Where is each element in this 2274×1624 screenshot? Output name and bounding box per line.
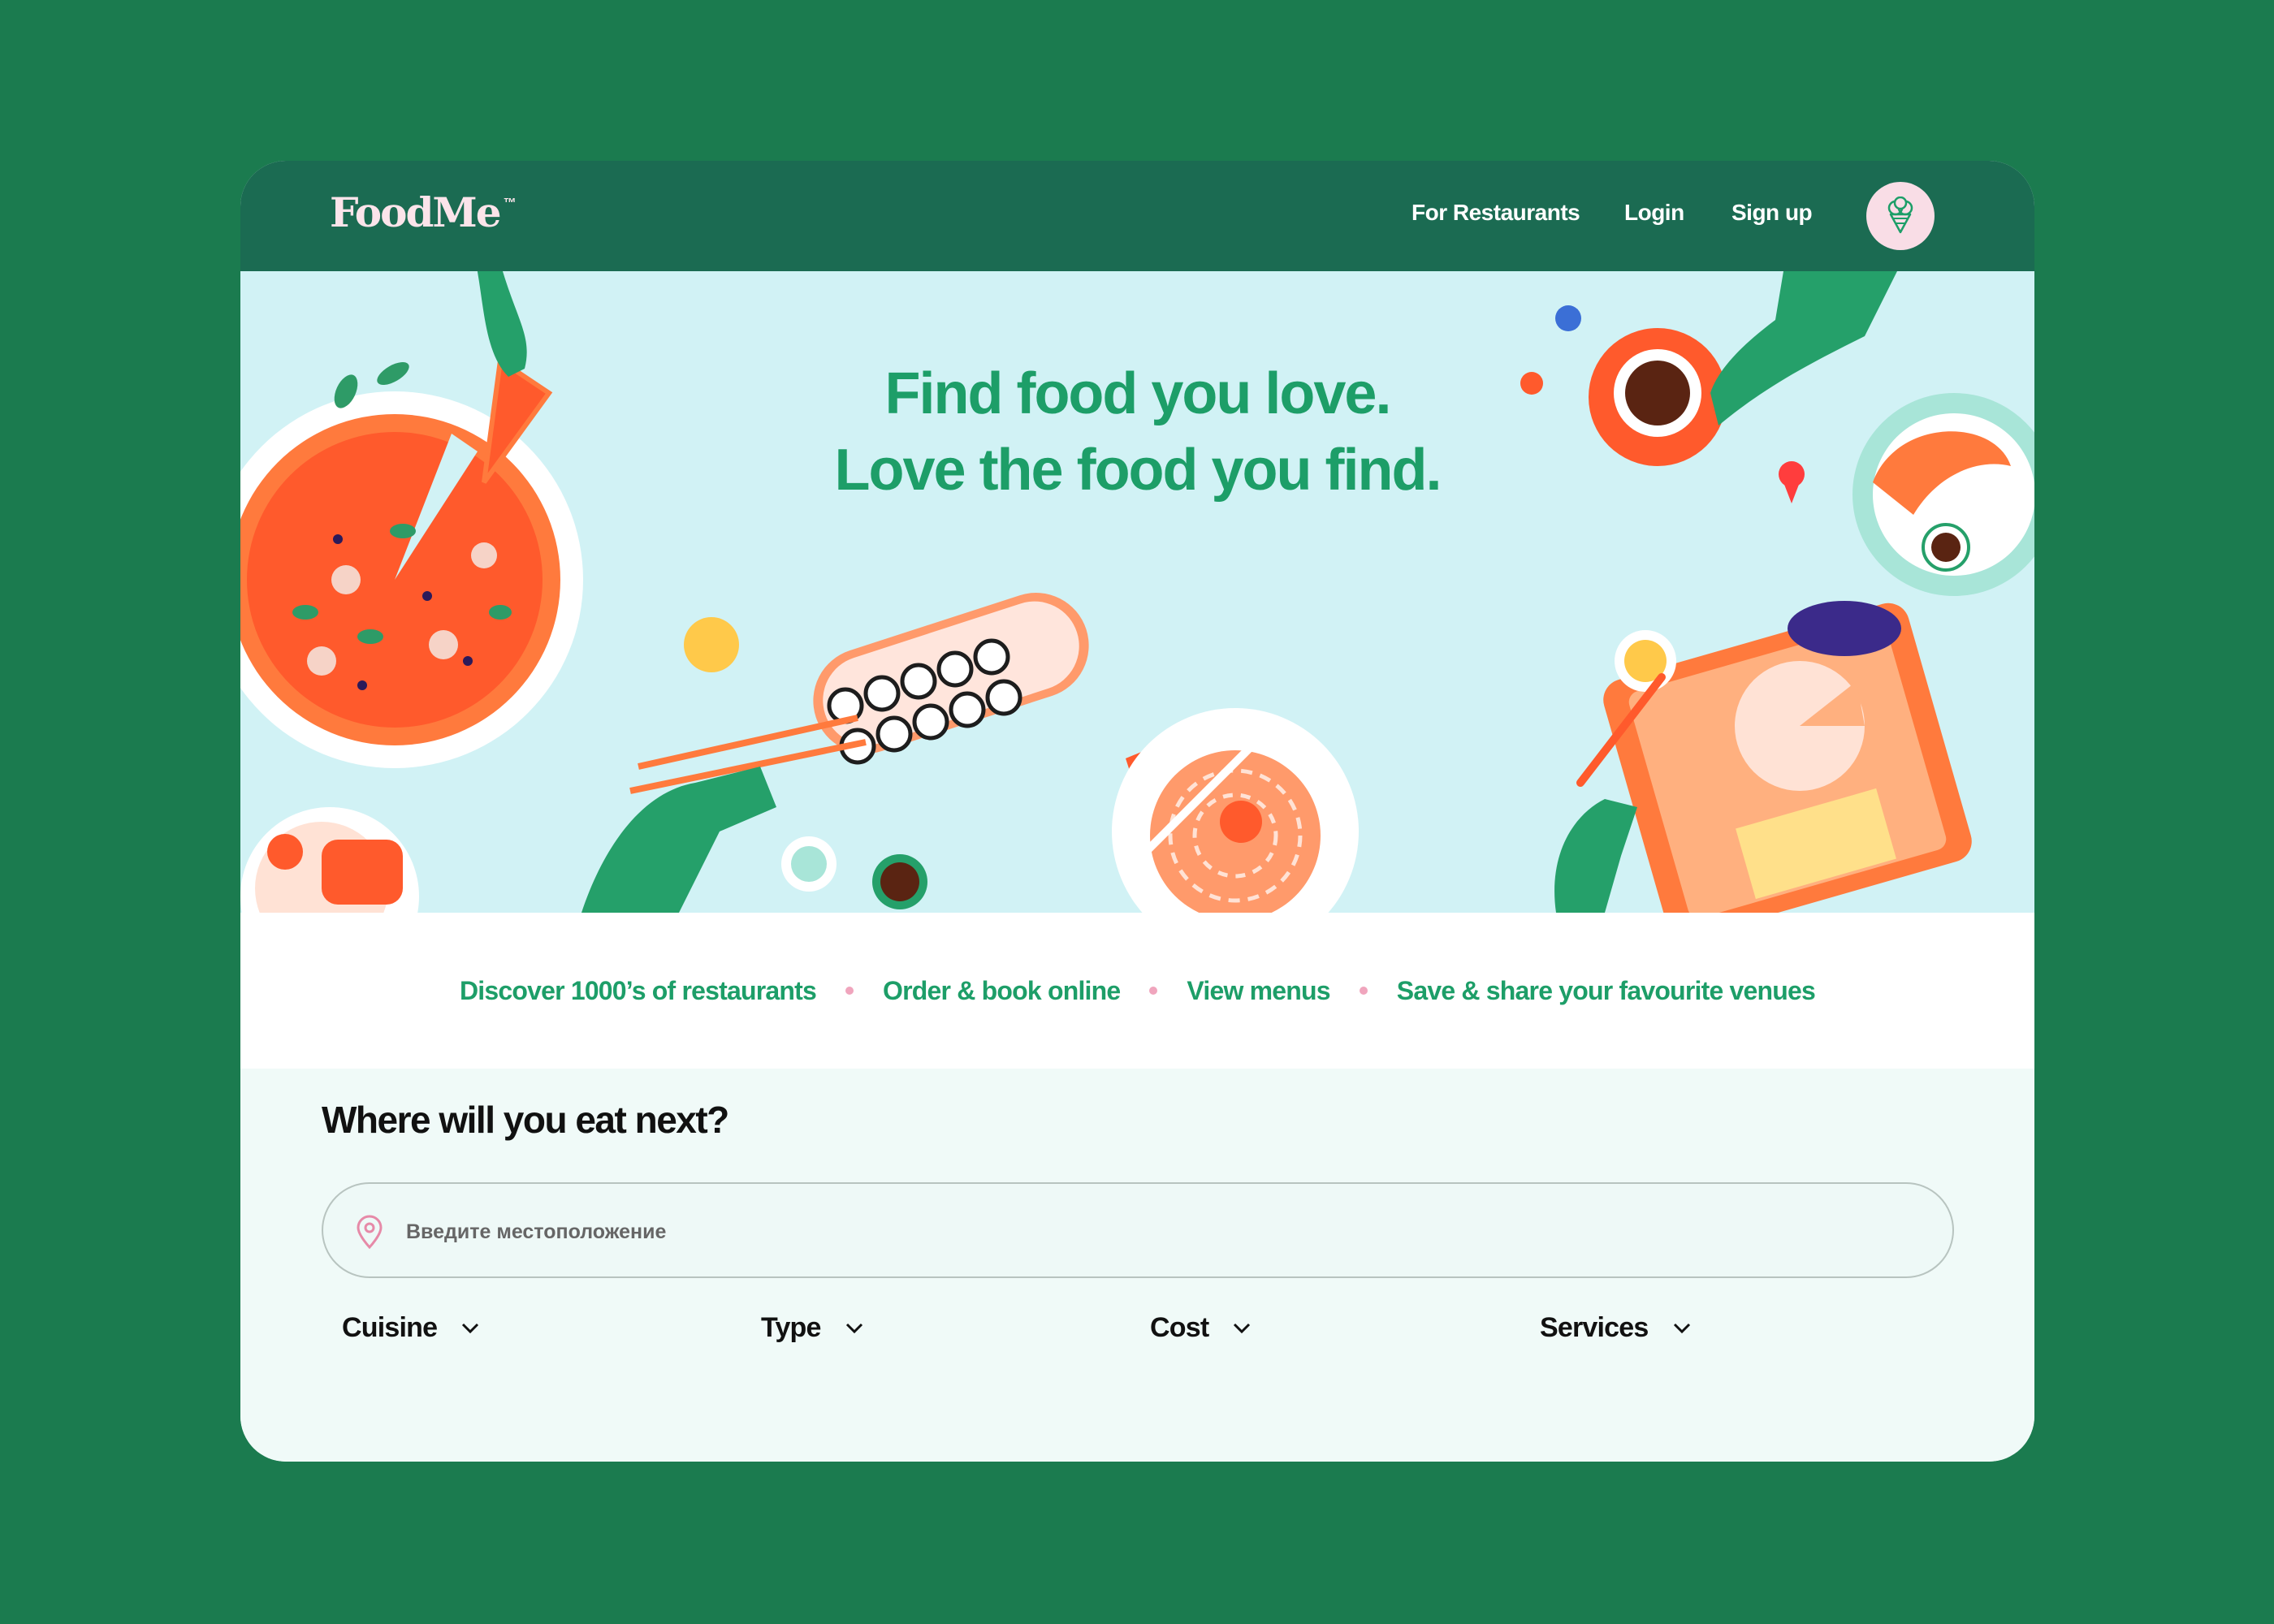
cheese-board-illustration xyxy=(1554,601,1972,913)
hero-headline-line2: Love the food you find. xyxy=(834,438,1442,503)
top-navigation-bar: FoodMe ™ For Restaurants Login Sign up xyxy=(240,161,2034,271)
chevron-down-icon xyxy=(462,1323,479,1333)
search-section: Where will you eat next? Cuisine Type Co… xyxy=(240,1069,2034,1462)
separator-dot xyxy=(1359,987,1368,995)
separator-dot xyxy=(1149,987,1158,995)
avatar[interactable] xyxy=(1866,182,1935,250)
hero-banner: Find food you love. Love the food you fi… xyxy=(240,271,2034,913)
filter-type-dropdown[interactable]: Type xyxy=(761,1312,863,1344)
features-strip: Discover 1000’s of restaurants Order & b… xyxy=(240,913,2034,1069)
nav-for-restaurants-link[interactable]: For Restaurants xyxy=(1412,200,1580,226)
sushi-illustration xyxy=(581,593,1089,913)
filter-services-dropdown[interactable]: Services xyxy=(1540,1312,1691,1344)
filter-cuisine-label: Cuisine xyxy=(342,1312,438,1343)
feature-view-menus: View menus xyxy=(1187,975,1330,1005)
app-window: FoodMe ™ For Restaurants Login Sign up F… xyxy=(240,161,2034,1462)
location-pin-icon xyxy=(357,1215,383,1249)
ice-cream-icon xyxy=(1887,197,1913,234)
chevron-down-icon xyxy=(1673,1323,1690,1333)
feature-save-share-venues: Save & share your favourite venues xyxy=(1396,975,1816,1005)
foodme-logo[interactable]: FoodMe ™ xyxy=(330,188,517,236)
filter-cuisine-dropdown[interactable]: Cuisine xyxy=(342,1312,479,1344)
nav-login-link[interactable]: Login xyxy=(1624,200,1684,226)
filter-type-label: Type xyxy=(761,1312,821,1343)
filter-services-label: Services xyxy=(1540,1312,1649,1343)
location-search-box[interactable] xyxy=(322,1182,1954,1278)
feature-order-book-online: Order & book online xyxy=(883,975,1121,1005)
pizza-illustration xyxy=(240,271,583,768)
chevron-down-icon xyxy=(845,1323,862,1333)
chevron-down-icon xyxy=(1234,1323,1251,1333)
filter-cost-dropdown[interactable]: Cost xyxy=(1150,1312,1251,1344)
search-section-title: Where will you eat next? xyxy=(322,1099,729,1141)
filter-cost-label: Cost xyxy=(1150,1312,1209,1343)
pasta-illustration xyxy=(1112,708,1359,913)
separator-dot xyxy=(845,987,854,995)
location-search-input[interactable] xyxy=(404,1213,1870,1250)
nav-signup-link[interactable]: Sign up xyxy=(1731,200,1813,226)
hero-headline-line1: Find food you love. xyxy=(884,361,1392,426)
feature-discover-restaurants: Discover 1000’s of restaurants xyxy=(459,975,817,1005)
